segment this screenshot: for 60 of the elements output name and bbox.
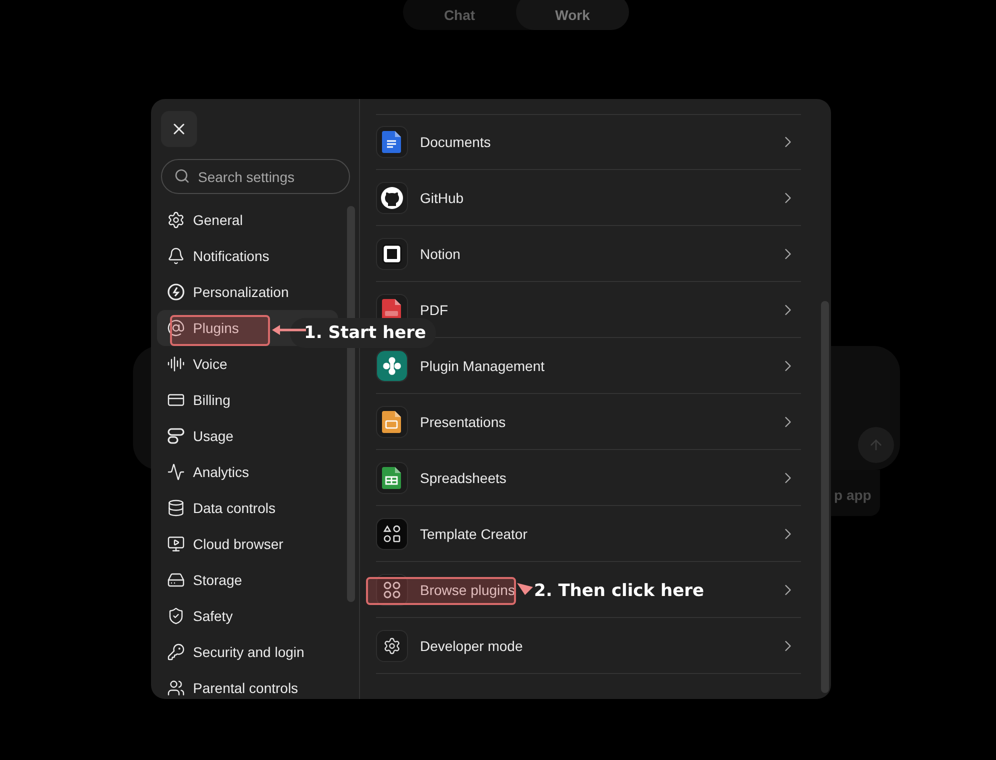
usage-icon xyxy=(167,427,185,445)
plugin-name: Presentations xyxy=(420,414,506,430)
sidebar-item[interactable]: Security and login xyxy=(157,634,338,670)
plugin-name: Documents xyxy=(420,134,491,150)
screen-icon xyxy=(167,535,185,553)
plugin-name: Notion xyxy=(420,246,460,262)
plugin-row[interactable]: Notion xyxy=(376,226,801,282)
plugin-name: Browse plugins xyxy=(420,582,515,598)
pointer-arrow xyxy=(272,324,306,336)
grid-circles-icon xyxy=(382,580,402,600)
sidebar-item[interactable]: Safety xyxy=(157,598,338,634)
plugin-row[interactable]: GitHub xyxy=(376,170,801,226)
plugin-name: GitHub xyxy=(420,190,464,206)
plugin-name: Spreadsheets xyxy=(420,470,506,486)
sidebar-item[interactable]: Voice xyxy=(157,346,338,382)
plugin-name: PDF xyxy=(420,302,448,318)
plugin-name: Template Creator xyxy=(420,526,528,542)
annotation-label: 1. Start here xyxy=(290,318,436,348)
bell-icon xyxy=(167,247,185,265)
search-field[interactable]: Search settings xyxy=(161,159,350,194)
database-icon xyxy=(167,499,185,517)
presentation-file-icon xyxy=(381,410,403,434)
drive-icon xyxy=(167,571,185,589)
app-link-text: p app xyxy=(834,487,872,503)
mode-tab[interactable]: Work xyxy=(516,0,629,30)
gear-icon xyxy=(167,211,185,229)
sidebar-item[interactable]: Billing xyxy=(157,382,338,418)
sidebar-item[interactable]: Notifications xyxy=(157,238,338,274)
sidebar-item[interactable]: Storage xyxy=(157,562,338,598)
sidebar-item[interactable]: Analytics xyxy=(157,454,338,490)
sidebar-item[interactable]: General xyxy=(157,202,338,238)
spreadsheet-file-icon xyxy=(381,466,403,490)
scrollbar-thumb[interactable] xyxy=(821,301,829,693)
sidebar-item[interactable]: Data controls xyxy=(157,490,338,526)
plugin-name: Developer mode xyxy=(420,638,523,654)
gear-icon xyxy=(383,636,401,654)
arrow-up-icon xyxy=(868,437,884,453)
person-icon xyxy=(167,679,185,697)
pointer-arrow xyxy=(517,583,533,595)
audio-wave-icon xyxy=(167,355,185,373)
plugin-row[interactable]: Spreadsheets xyxy=(376,450,801,506)
key-icon xyxy=(167,643,185,661)
search-icon xyxy=(174,168,190,184)
chart-icon xyxy=(167,463,185,481)
sidebar-item[interactable]: Personalization xyxy=(157,274,338,310)
plugin-name: Plugin Management xyxy=(420,358,545,374)
plugin-row[interactable]: Template Creator xyxy=(376,506,801,562)
sidebar-item[interactable]: Usage xyxy=(157,418,338,454)
sidebar-item[interactable]: Cloud browser xyxy=(157,526,338,562)
card-icon xyxy=(167,391,185,409)
plugin-row[interactable]: Developer mode xyxy=(376,618,801,674)
plugin-row[interactable]: Documents xyxy=(376,114,801,170)
at-sign-icon xyxy=(167,319,185,337)
document-icon xyxy=(381,130,403,154)
cube-logo-icon xyxy=(381,242,403,264)
annotation-label: 2. Then click here xyxy=(533,580,706,603)
close-button[interactable] xyxy=(161,111,197,147)
shield-icon xyxy=(167,607,185,625)
sidebar-item[interactable]: Parental controls xyxy=(157,670,338,699)
plugin-row[interactable]: Presentations xyxy=(376,394,801,450)
